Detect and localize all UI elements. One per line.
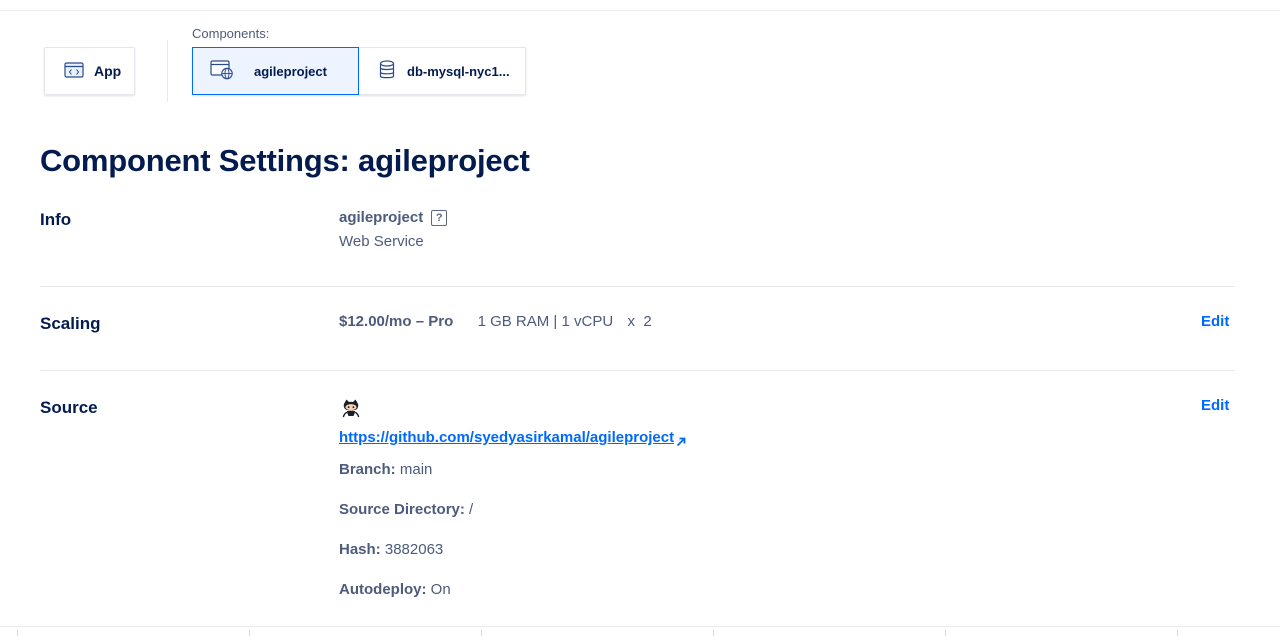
component-tab-label: agileproject	[254, 63, 327, 79]
selector-divider	[167, 40, 168, 102]
scaling-count: x 2	[627, 313, 652, 330]
app-label: App	[94, 63, 122, 79]
scaling-edit-link[interactable]: Edit	[1201, 313, 1229, 330]
row-divider	[40, 370, 1235, 371]
component-name-text: agileproject	[339, 209, 424, 226]
page-title: Component Settings: agileproject	[40, 143, 530, 178]
app-code-icon	[64, 61, 84, 81]
hash-field: Hash: 3882063	[339, 541, 443, 558]
scaling-specs: 1 GB RAM | 1 vCPU	[477, 313, 614, 330]
info-label: Info	[40, 210, 72, 229]
component-name: agileproject ?	[339, 209, 448, 226]
bottom-tick	[1177, 630, 1178, 636]
component-tab-agileproject[interactable]: agileproject	[192, 47, 359, 95]
row-divider	[40, 286, 1235, 287]
hash-key: Hash:	[339, 541, 381, 558]
branch-value: main	[399, 461, 433, 478]
source-repo-link[interactable]: https://github.com/syedyasirkamal/agilep…	[339, 429, 674, 446]
hash-value: 3882063	[384, 541, 444, 558]
scaling-details: $12.00/mo – Pro 1 GB RAM | 1 vCPU x 2	[339, 313, 652, 330]
database-icon	[379, 59, 395, 83]
component-type: Web Service	[339, 233, 424, 250]
branch-field: Branch: main	[339, 461, 432, 478]
scaling-label: Scaling	[40, 314, 101, 333]
source-directory-value: /	[469, 501, 474, 518]
top-divider	[0, 10, 1280, 11]
bottom-tick	[481, 630, 482, 636]
external-link-icon[interactable]	[676, 434, 686, 452]
github-icon	[340, 397, 362, 424]
component-tab-label: db-mysql-nyc1...	[407, 63, 510, 79]
bottom-tick	[945, 630, 946, 636]
branch-key: Branch:	[339, 461, 396, 478]
scaling-price: $12.00/mo – Pro	[339, 313, 454, 330]
component-tab-db-mysql[interactable]: db-mysql-nyc1...	[359, 47, 526, 95]
source-label: Source	[40, 398, 98, 417]
web-service-icon	[210, 59, 234, 83]
autodeploy-field: Autodeploy: On	[339, 581, 451, 598]
help-icon[interactable]: ?	[431, 209, 448, 226]
autodeploy-value: On	[430, 581, 451, 598]
bottom-tick	[249, 630, 250, 636]
bottom-tick	[17, 630, 18, 636]
bottom-tick	[713, 630, 714, 636]
source-directory-key: Source Directory:	[339, 501, 465, 518]
components-label: Components:	[192, 26, 270, 41]
autodeploy-key: Autodeploy:	[339, 581, 427, 598]
components-tabs: agileproject db-mysql-nyc1...	[192, 47, 526, 95]
source-directory-field: Source Directory: /	[339, 501, 473, 518]
source-edit-link[interactable]: Edit	[1201, 397, 1229, 414]
app-button[interactable]: App	[44, 47, 135, 95]
bottom-divider	[0, 626, 1280, 627]
